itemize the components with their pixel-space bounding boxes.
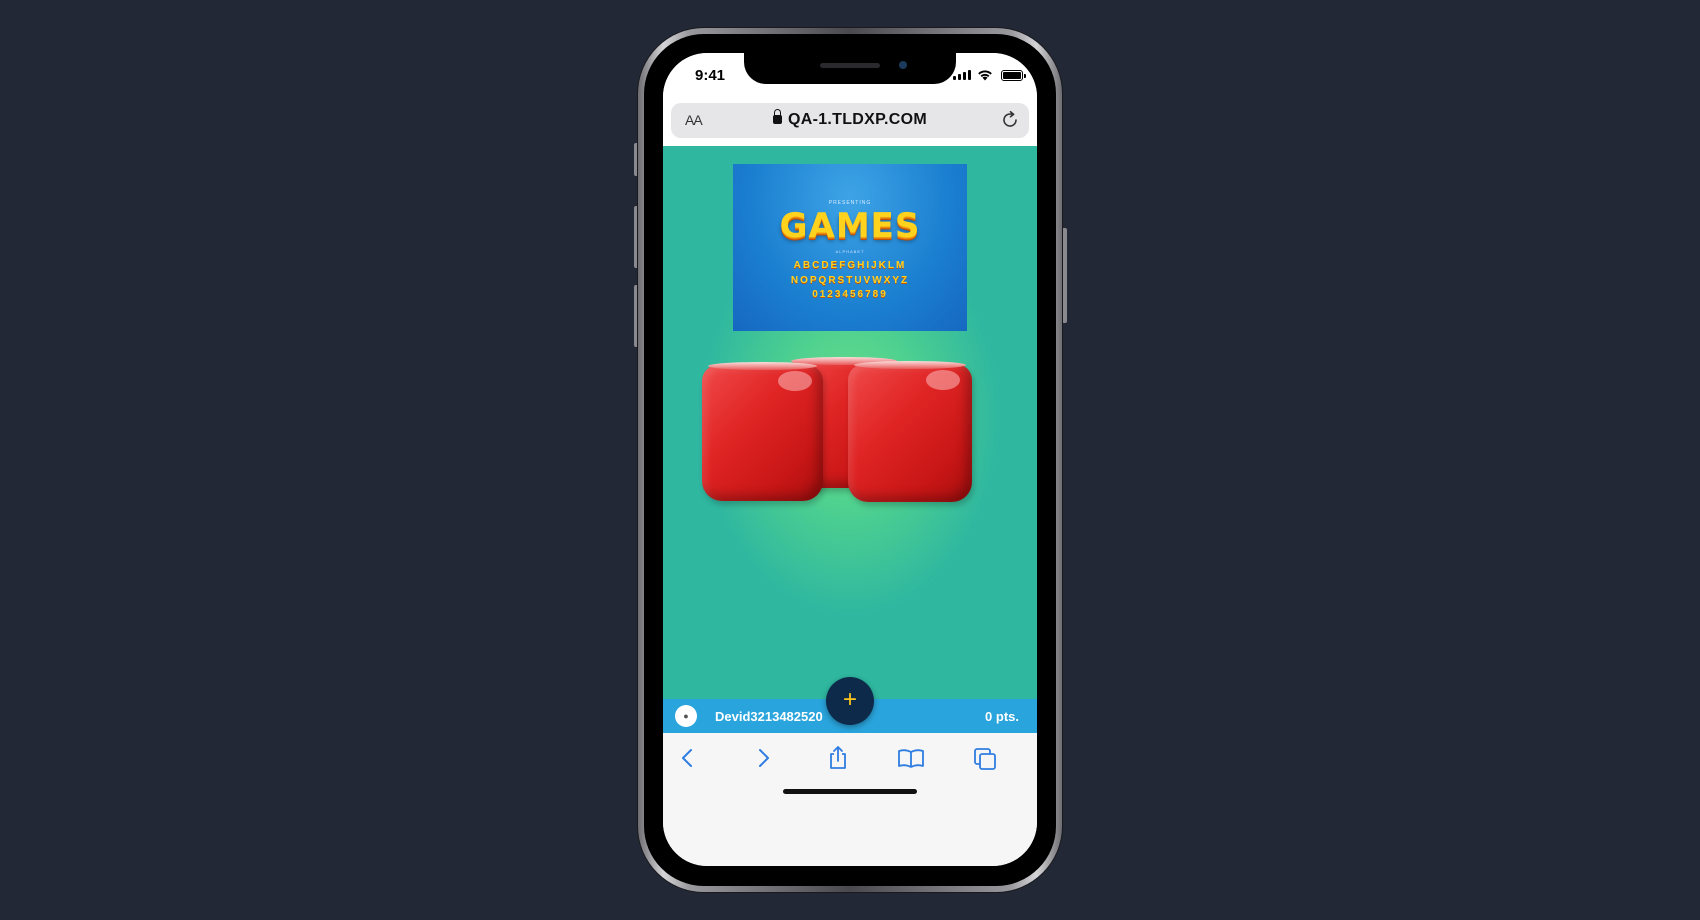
- cup-right[interactable]: [848, 361, 972, 502]
- game-area: PRESENTING GAMES ALPHABET ABCDEFGHIJKLM …: [663, 146, 1037, 733]
- add-button[interactable]: +: [826, 677, 874, 725]
- banner-line-1: ABCDEFGHIJKLM: [793, 260, 907, 271]
- player-points: 0 pts.: [985, 709, 1019, 724]
- url-display[interactable]: QA-1.TLDXP.COM: [671, 109, 1029, 129]
- speaker-grille: [820, 63, 880, 68]
- address-bar[interactable]: AA QA-1.TLDXP.COM: [671, 103, 1029, 138]
- url-text: QA-1.TLDXP.COM: [787, 111, 928, 128]
- banner-title: GAMES: [779, 206, 921, 246]
- cup-shine: [778, 371, 812, 391]
- notch: [744, 53, 956, 84]
- cup-left[interactable]: [702, 362, 823, 501]
- banner-line-3: 0123456789: [812, 289, 888, 300]
- bookmarks-icon[interactable]: [896, 743, 926, 773]
- status-bar: 9:41: [663, 53, 1037, 101]
- power-button: [1062, 228, 1067, 323]
- user-icon[interactable]: ●: [675, 705, 697, 727]
- cup-shine: [926, 370, 960, 390]
- games-banner: PRESENTING GAMES ALPHABET ABCDEFGHIJKLM …: [733, 164, 967, 331]
- browser-toolbar: [663, 733, 1037, 866]
- banner-subtitle: ALPHABET: [835, 249, 865, 254]
- status-time: 9:41: [695, 67, 726, 84]
- tabs-icon[interactable]: [970, 743, 1000, 773]
- lock-icon: [772, 109, 782, 124]
- battery-icon: [1001, 70, 1026, 81]
- player-name: Devid3213482520: [715, 709, 823, 724]
- camera-icon: [899, 61, 907, 69]
- reload-icon[interactable]: [1001, 111, 1019, 129]
- back-icon[interactable]: [673, 743, 703, 773]
- wifi-icon: [978, 70, 992, 81]
- home-indicator[interactable]: [783, 789, 917, 794]
- share-icon[interactable]: [823, 743, 853, 773]
- signal-icon: [953, 70, 971, 80]
- phone-screen: 9:41 AA QA-1.TLDXP.COM PRESENTING GAMES …: [663, 53, 1037, 866]
- forward-icon[interactable]: [748, 743, 778, 773]
- banner-line-2: NOPQRSTUVWXYZ: [790, 275, 910, 286]
